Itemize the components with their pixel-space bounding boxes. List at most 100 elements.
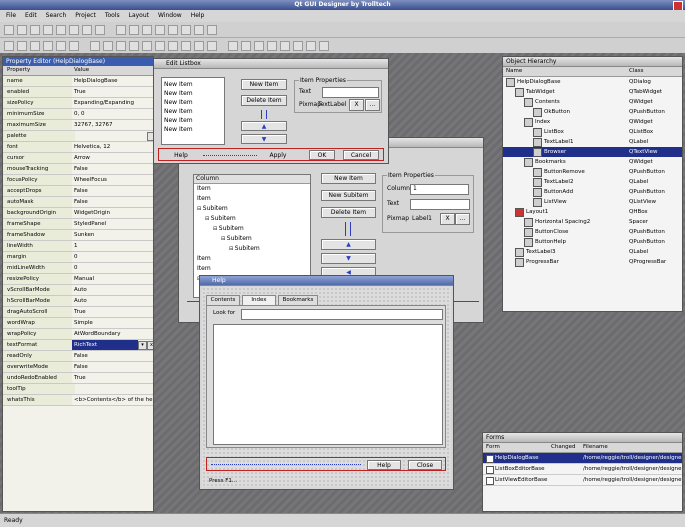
layout-grid-icon[interactable] (181, 25, 191, 35)
move-down-button[interactable]: ▼ (321, 253, 376, 264)
hierarchy-row[interactable]: Horizontal Spacing2 Spacer (503, 217, 682, 227)
ok-button[interactable]: OK (309, 150, 335, 160)
property-row[interactable]: margin 0 (3, 252, 153, 263)
help-browser[interactable] (213, 324, 443, 445)
property-row[interactable]: name HelpDialogBase (3, 76, 153, 87)
property-value[interactable]: False (72, 164, 153, 174)
property-value[interactable]: Helvetica, 12 (72, 142, 153, 152)
text-field[interactable] (410, 199, 470, 210)
connect-icon[interactable] (129, 25, 139, 35)
form-row[interactable]: ListBoxEditorBase/home/reggie/troll/desi… (483, 464, 682, 475)
hierarchy-row[interactable]: Browser QTextView (503, 147, 682, 157)
property-value[interactable]: RichText (72, 340, 138, 350)
property-value[interactable]: AtWordBoundary (72, 329, 153, 339)
apply-button[interactable]: Apply (265, 151, 291, 160)
property-value[interactable]: False (72, 351, 153, 361)
property-value[interactable]: False (72, 362, 153, 372)
hierarchy-row[interactable]: Index QWidget (503, 117, 682, 127)
property-row[interactable]: overwriteMode False (3, 362, 153, 373)
value-column-header[interactable]: Value (74, 66, 89, 75)
property-value[interactable]: HelpDialogBase (72, 76, 153, 86)
property-value[interactable]: StyledPanel (72, 219, 153, 229)
groupbox-icon[interactable] (56, 41, 66, 51)
open-icon[interactable] (17, 25, 27, 35)
property-value[interactable]: True (72, 307, 153, 317)
property-row[interactable]: toolTip (3, 384, 153, 395)
menu-item-window[interactable]: Window (158, 12, 182, 19)
hierarchy-row[interactable]: ButtonHelp QPushButton (503, 237, 682, 247)
tree-item[interactable]: Item (194, 184, 310, 194)
hierarchy-row[interactable]: ButtonAdd QPushButton (503, 187, 682, 197)
hierarchy-row[interactable]: ButtonClose QPushButton (503, 227, 682, 237)
menu-item-layout[interactable]: Layout (129, 12, 149, 19)
hierarchy-row[interactable]: Bookmarks QWidget (503, 157, 682, 167)
checkbox-icon[interactable] (43, 41, 53, 51)
tree-item[interactable]: ⊟ Subitem (194, 224, 310, 234)
property-row[interactable]: cursor Arrow (3, 153, 153, 164)
move-down-button[interactable]: ▼ (241, 134, 287, 144)
cut-icon[interactable] (69, 25, 79, 35)
reset-property-icon[interactable]: x (147, 341, 153, 350)
property-row[interactable]: mouseTracking False (3, 164, 153, 175)
property-value[interactable]: True (72, 87, 153, 97)
hierarchy-row[interactable]: HelpDialogBase QDialog (503, 77, 682, 87)
table-icon[interactable] (155, 41, 165, 51)
list-item[interactable]: New Item (164, 125, 222, 134)
new-item-button[interactable]: New Item (321, 173, 376, 184)
menu-item-file[interactable]: File (6, 12, 16, 19)
line-icon[interactable] (267, 41, 277, 51)
hierarchy-row[interactable]: TextLabel2 QLabel (503, 177, 682, 187)
dropdown-arrow-icon[interactable]: ▾ (138, 341, 147, 350)
tree-item[interactable]: ⊟ Subitem (194, 244, 310, 254)
property-value[interactable]: Auto (72, 296, 153, 306)
filename-column-header[interactable]: Filename (583, 443, 608, 452)
property-value[interactable]: Arrow (72, 153, 153, 163)
move-up-button[interactable]: ▲ (321, 239, 376, 250)
property-value[interactable]: WheelFocus (72, 175, 153, 185)
tab-index[interactable]: Index (242, 295, 276, 305)
lcd-icon[interactable] (254, 41, 264, 51)
hierarchy-row[interactable]: Layout1 QHBox (503, 207, 682, 217)
property-row[interactable]: backgroundOrigin WidgetOrigin (3, 208, 153, 219)
toolbutton-icon[interactable] (17, 41, 27, 51)
listbox-icon[interactable] (116, 41, 126, 51)
choose-pixmap-button[interactable]: ... (455, 213, 470, 225)
property-row[interactable]: dragAutoScroll True (3, 307, 153, 318)
help-icon[interactable] (207, 25, 217, 35)
property-row[interactable]: sizePolicy Expanding/Expanding (3, 98, 153, 109)
choose-pixmap-button[interactable]: ... (365, 99, 380, 111)
class-column-header[interactable]: Class (629, 67, 643, 76)
menu-item-help[interactable]: Help (191, 12, 205, 19)
paste-icon[interactable] (95, 25, 105, 35)
cancel-button[interactable]: Cancel (343, 150, 379, 160)
name-column-header[interactable]: Name (506, 67, 522, 76)
column-spinbox[interactable]: 1 (410, 184, 469, 195)
hierarchy-row[interactable]: ButtonRemove QPushButton (503, 167, 682, 177)
property-value[interactable]: WidgetOrigin (72, 208, 153, 218)
help-button[interactable]: Help (171, 151, 191, 160)
menu-item-project[interactable]: Project (75, 12, 96, 19)
listview-column-header[interactable]: Column (194, 175, 310, 184)
hierarchy-row[interactable]: OkButton QPushButton (503, 107, 682, 117)
delete-item-button[interactable]: Delete Item (321, 207, 376, 218)
tree-item[interactable]: Item (194, 194, 310, 204)
property-row[interactable]: enabled True (3, 87, 153, 98)
move-up-button[interactable]: ▲ (241, 121, 287, 131)
property-value[interactable]: 32767, 32767 (72, 120, 153, 130)
form-row[interactable]: ListViewEditorBase/home/reggie/troll/des… (483, 475, 682, 486)
textview-icon[interactable] (293, 41, 303, 51)
property-row[interactable]: minimumSize 0, 0 (3, 109, 153, 120)
list-item[interactable]: New Item (164, 116, 222, 125)
form-column-header[interactable]: Form (486, 443, 500, 452)
property-row[interactable]: font Helvetica, 12 (3, 142, 153, 153)
new-form-icon[interactable] (4, 25, 14, 35)
property-row[interactable]: frameShadow Sunken (3, 230, 153, 241)
new-item-button[interactable]: New Item (241, 79, 287, 90)
layout-horizontal-icon[interactable] (155, 25, 165, 35)
hierarchy-row[interactable]: ListView QListView (503, 197, 682, 207)
property-row[interactable]: maximumSize 32767, 32767 (3, 120, 153, 131)
copy-icon[interactable] (82, 25, 92, 35)
textbrowser-icon[interactable] (306, 41, 316, 51)
radiobutton-icon[interactable] (30, 41, 40, 51)
list-item[interactable]: New Item (164, 98, 222, 107)
